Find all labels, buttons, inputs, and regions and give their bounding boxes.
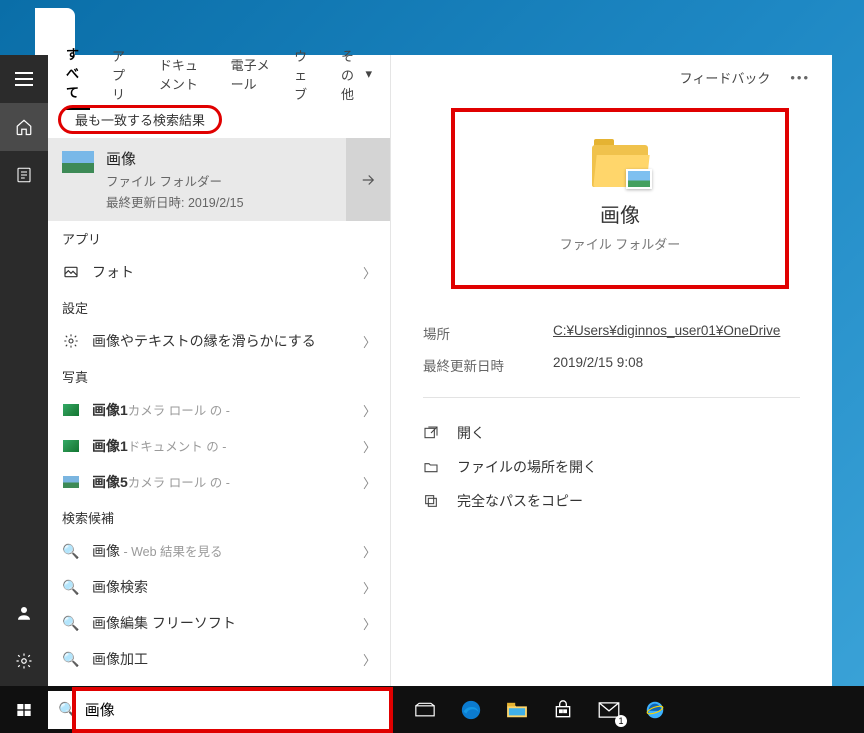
result-label: 画像検索 <box>92 577 351 597</box>
annotation-best-match: 最も一致する検索結果 <box>58 105 222 134</box>
rail-home-button[interactable] <box>0 103 48 151</box>
chevron-right-icon: 〉 <box>363 473 376 492</box>
action-label: 開く <box>457 423 485 443</box>
rail-account-button[interactable] <box>0 589 48 637</box>
task-view-button[interactable] <box>403 686 447 733</box>
meta-location-label: 場所 <box>423 323 513 343</box>
search-box[interactable]: 🔍 <box>48 691 391 729</box>
best-match-label: 最も一致する検索結果 <box>75 113 205 128</box>
action-label: 完全なパスをコピー <box>457 491 583 511</box>
search-icon: 🔍 <box>62 614 80 632</box>
folder-thumb-icon <box>62 151 94 173</box>
tab-email[interactable]: 電子メール <box>231 55 272 99</box>
result-photo1-camera[interactable]: 画像1カメラ ロール の - 〉 <box>48 392 390 428</box>
suggestion-image-search[interactable]: 🔍 画像検索 〉 <box>48 569 390 605</box>
suggestion-image-edit[interactable]: 🔍 画像編集 フリーソフト 〉 <box>48 605 390 641</box>
result-label: フォト <box>92 262 351 282</box>
preview-actions: 開く ファイルの場所を開く 完全なパスをコピー <box>423 397 800 518</box>
photos-app-icon <box>62 263 80 281</box>
folder-open-icon <box>423 459 441 475</box>
best-match-updated: 最終更新日時: 2019/2/15 <box>106 192 244 211</box>
taskbar-icons: 1 <box>403 686 677 733</box>
chevron-right-icon: 〉 <box>363 542 376 561</box>
cortana-rail <box>0 55 48 733</box>
action-copy-path[interactable]: 完全なパスをコピー <box>423 484 800 518</box>
chevron-right-icon: 〉 <box>363 263 376 282</box>
copy-icon <box>423 493 441 509</box>
result-scope-tabs: すべて アプリ ドキュメント 電子メール ウェブ その他▾ <box>48 55 390 99</box>
result-label: 画像編集 フリーソフト <box>92 613 351 633</box>
action-label: ファイルの場所を開く <box>457 457 597 477</box>
search-results-left-panel: すべて アプリ ドキュメント 電子メール ウェブ その他▾ 最も一致する検索結果… <box>48 55 391 686</box>
result-label: 画像1ドキュメント の - <box>92 436 351 456</box>
group-apps-label: アプリ <box>48 221 390 254</box>
results-scroll: 最も一致する検索結果 画像 ファイル フォルダー 最終更新日時: 2019/2/… <box>48 99 390 686</box>
preview-title: 画像 <box>600 199 640 228</box>
best-match-item[interactable]: 画像 ファイル フォルダー 最終更新日時: 2019/2/15 <box>48 138 390 221</box>
annotation-preview: 画像 ファイル フォルダー <box>451 108 789 289</box>
result-label: 画像5カメラ ロール の - <box>92 472 351 492</box>
taskbar: 🔍 1 <box>0 686 864 733</box>
result-photos-app[interactable]: フォト 〉 <box>48 254 390 290</box>
image-thumb-icon <box>62 473 80 491</box>
chevron-right-icon: 〉 <box>363 578 376 597</box>
result-photo5-camera[interactable]: 画像5カメラ ロール の - 〉 <box>48 464 390 500</box>
hamburger-menu-button[interactable] <box>0 55 48 103</box>
best-match-title: 画像 <box>106 148 244 169</box>
group-photos-label: 写真 <box>48 359 390 392</box>
result-label: 画像やテキストの縁を滑らかにする <box>92 331 351 351</box>
folder-large-icon <box>592 145 648 187</box>
group-suggestions-label: 検索候補 <box>48 500 390 533</box>
store-button[interactable] <box>541 686 585 733</box>
action-open-location[interactable]: ファイルの場所を開く <box>423 450 800 484</box>
start-button[interactable] <box>0 686 48 733</box>
chevron-right-icon: 〉 <box>363 437 376 456</box>
feedback-link[interactable]: フィードバック <box>680 68 771 87</box>
result-label: 画像1カメラ ロール の - <box>92 400 351 420</box>
settings-icon <box>62 332 80 350</box>
chevron-right-icon: 〉 <box>363 614 376 633</box>
search-icon: 🔍 <box>62 578 80 596</box>
search-box-wrap: 🔍 <box>48 691 391 729</box>
suggestion-image-process[interactable]: 🔍 画像加工 〉 <box>48 641 390 677</box>
meta-updated-label: 最終更新日時 <box>423 355 513 375</box>
action-open[interactable]: 開く <box>423 416 800 450</box>
result-label: 画像加工 <box>92 649 351 669</box>
preview-metadata: 場所 C:¥Users¥diginnos_user01¥OneDrive 最終更… <box>423 317 800 381</box>
meta-location-link[interactable]: C:¥Users¥diginnos_user01¥OneDrive <box>553 323 780 343</box>
chevron-right-icon: 〉 <box>363 332 376 351</box>
result-photo1-doc[interactable]: 画像1ドキュメント の - 〉 <box>48 428 390 464</box>
chevron-right-icon: 〉 <box>363 650 376 669</box>
edge-browser-button[interactable] <box>449 686 493 733</box>
meta-updated-value: 2019/2/15 9:08 <box>553 355 643 375</box>
group-settings-label: 設定 <box>48 290 390 323</box>
image-thumb-icon <box>62 401 80 419</box>
image-thumb-icon <box>62 437 80 455</box>
ie-browser-button[interactable] <box>633 686 677 733</box>
open-icon <box>423 425 441 441</box>
search-preview-panel: フィードバック 画像 ファイル フォルダー 場所 C:¥Users¥diginn… <box>391 55 832 686</box>
suggestion-web[interactable]: 🔍 画像 - Web 結果を見る 〉 <box>48 533 390 569</box>
file-explorer-button[interactable] <box>495 686 539 733</box>
search-icon: 🔍 <box>62 542 80 560</box>
rail-settings-button[interactable] <box>0 637 48 685</box>
preview-type: ファイル フォルダー <box>560 234 681 253</box>
best-match-expand-button[interactable] <box>346 138 390 221</box>
search-icon: 🔍 <box>62 650 80 668</box>
result-label: 画像 - Web 結果を見る <box>92 541 351 561</box>
best-match-type: ファイル フォルダー <box>106 171 244 190</box>
search-icon: 🔍 <box>58 701 77 719</box>
result-smooth-edges[interactable]: 画像やテキストの縁を滑らかにする 〉 <box>48 323 390 359</box>
mail-button[interactable]: 1 <box>587 686 631 733</box>
tab-documents[interactable]: ドキュメント <box>159 55 209 99</box>
chevron-right-icon: 〉 <box>363 401 376 420</box>
rail-documents-button[interactable] <box>0 151 48 199</box>
more-options-button[interactable] <box>790 70 810 85</box>
search-input[interactable] <box>85 701 381 718</box>
chevron-down-icon: ▾ <box>365 66 372 82</box>
